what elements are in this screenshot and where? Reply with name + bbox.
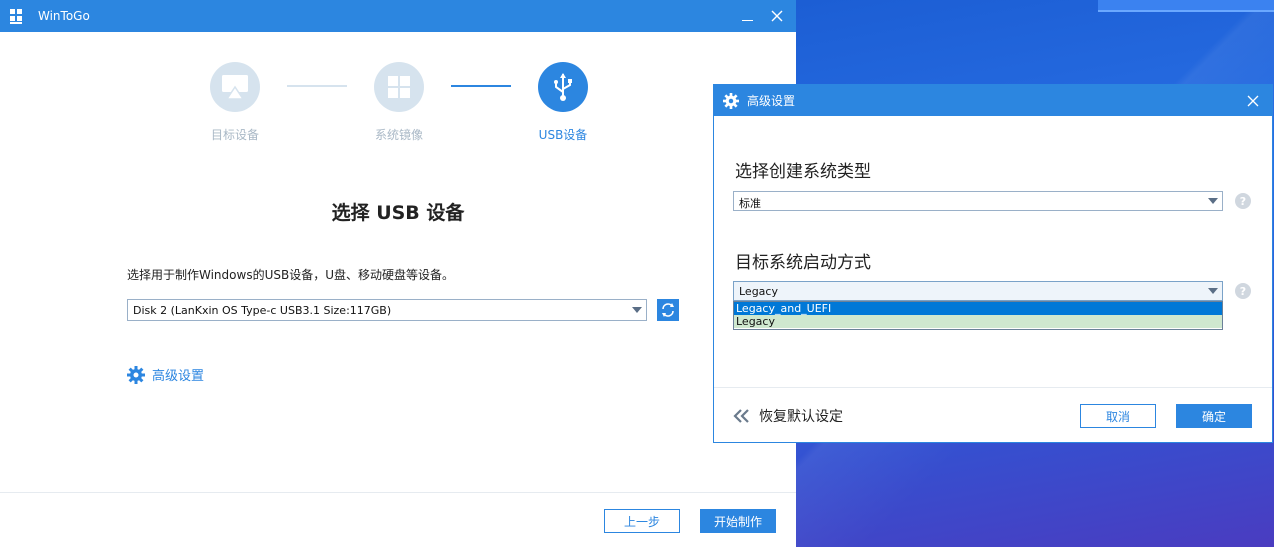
step-label: USB设备 [538, 128, 588, 142]
help-icon[interactable]: ? [1235, 283, 1251, 299]
monitor-icon [222, 75, 248, 100]
dialog-title: 高级设置 [747, 94, 796, 108]
help-icon[interactable]: ? [1235, 193, 1251, 209]
boot-mode-dropdown-list: Legacy_and_UEFI Legacy [733, 301, 1223, 330]
step-label: 目标设备 [210, 128, 259, 142]
dropdown-option[interactable]: Legacy [734, 315, 1222, 328]
refresh-icon [662, 303, 674, 317]
dropdown-option[interactable]: Legacy_and_UEFI [734, 302, 1222, 315]
page-title: 选择 USB 设备 [331, 202, 465, 224]
chevron-down-icon [632, 307, 642, 313]
gear-icon [723, 92, 739, 109]
close-button[interactable] [766, 5, 788, 27]
minimize-button[interactable] [736, 5, 758, 27]
rewind-icon [733, 409, 749, 423]
window-title: WinToGo [38, 9, 90, 23]
close-icon [1247, 95, 1259, 106]
desktop-window-edge [1098, 0, 1274, 12]
prev-button[interactable]: 上一步 [604, 509, 680, 533]
advanced-settings-dialog: 高级设置 选择创建系统类型 标准 ? 目标系统启动方式 Legacy ? Leg… [713, 84, 1273, 443]
dialog-footer: 恢复默认设定 取消 确定 [714, 387, 1272, 443]
boot-mode-value: Legacy [739, 285, 778, 298]
step-label: 系统镜像 [374, 128, 423, 142]
advanced-settings-label: 高级设置 [152, 369, 205, 384]
step-connector [451, 85, 511, 87]
refresh-button[interactable] [657, 299, 679, 321]
disk-select[interactable]: Disk 2 (LanKxin OS Type-c USB3.1 Size:11… [127, 299, 647, 321]
title-bar: WinToGo [0, 0, 796, 32]
description-text: 选择用于制作Windows的USB设备，U盘、移动硬盘等设备。 [127, 268, 454, 282]
windows-icon [388, 76, 410, 98]
wintogo-window: WinToGo 目标设备 系统镜像 USB设备 选择 USB 设备 选择用于制作… [0, 0, 796, 547]
gear-icon [127, 365, 145, 384]
step-circle [210, 62, 260, 112]
close-icon [771, 10, 783, 22]
cancel-button[interactable]: 取消 [1080, 404, 1156, 428]
chevron-down-icon [1208, 288, 1218, 294]
step-connector [287, 85, 347, 87]
disk-select-value: Disk 2 (LanKxin OS Type-c USB3.1 Size:11… [133, 304, 392, 317]
advanced-settings-link[interactable]: 高级设置 [127, 365, 204, 384]
confirm-button[interactable]: 确定 [1176, 404, 1252, 428]
step-target-device: 目标设备 [185, 62, 285, 143]
boot-mode-select[interactable]: Legacy [733, 281, 1223, 301]
step-usb-device: USB设备 [513, 62, 613, 143]
dialog-close-button[interactable] [1242, 86, 1272, 116]
system-type-value: 标准 [739, 197, 761, 210]
chevron-down-icon [1208, 198, 1218, 204]
step-circle [538, 62, 588, 112]
step-system-image: 系统镜像 [349, 62, 449, 143]
system-type-heading: 选择创建系统类型 [735, 162, 871, 182]
start-button[interactable]: 开始制作 [700, 509, 776, 533]
usb-icon [554, 73, 572, 101]
step-circle [374, 62, 424, 112]
main-footer: 上一步 开始制作 [0, 492, 796, 547]
dialog-title-bar: 高级设置 [714, 85, 1272, 116]
progress-steps: 目标设备 系统镜像 USB设备 [0, 62, 796, 152]
restore-defaults-label: 恢复默认设定 [759, 409, 843, 425]
system-type-select[interactable]: 标准 [733, 191, 1223, 211]
app-icon [10, 7, 24, 25]
restore-defaults-button[interactable]: 恢复默认设定 [733, 406, 843, 426]
boot-mode-heading: 目标系统启动方式 [735, 253, 871, 273]
